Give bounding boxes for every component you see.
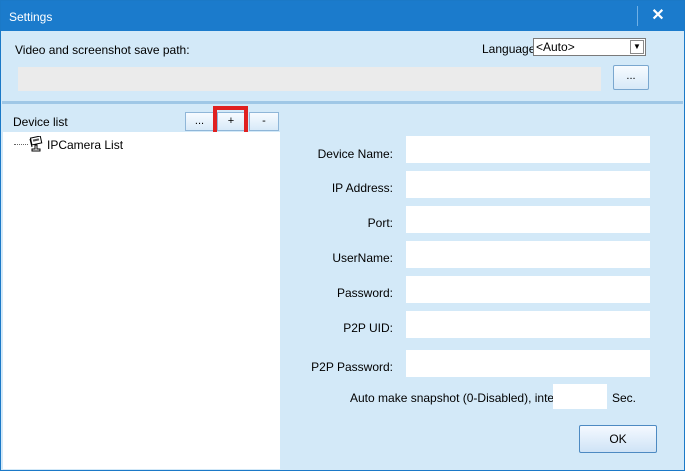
tree-item-ipcamera-list[interactable]: IPCamera List [47, 138, 123, 152]
close-button[interactable]: ✕ [641, 3, 675, 29]
seconds-label: Sec. [612, 391, 637, 405]
username-label: UserName: [332, 251, 393, 265]
p2p-password-label: P2P Password: [311, 360, 393, 374]
ip-address-label: IP Address: [331, 181, 393, 195]
p2p-uid-field[interactable] [406, 311, 650, 338]
browse-button[interactable]: ... [613, 65, 649, 90]
device-tree[interactable]: IPCamera List [3, 132, 280, 469]
remove-device-button[interactable]: - [249, 112, 279, 131]
save-path-label: Video and screenshot save path: [15, 43, 190, 57]
device-list-label: Device list [13, 115, 68, 129]
password-field[interactable] [406, 276, 650, 303]
p2p-password-field[interactable] [406, 350, 650, 377]
username-field[interactable] [406, 241, 650, 268]
port-label: Port: [367, 216, 393, 230]
chevron-down-icon[interactable]: ▼ [630, 40, 644, 54]
title-bar[interactable]: Settings ✕ [1, 1, 684, 31]
device-name-field[interactable] [406, 136, 650, 163]
section-divider [2, 101, 683, 104]
snapshot-interval-field[interactable] [553, 384, 607, 409]
language-label: Language [482, 42, 536, 56]
save-path-field[interactable] [18, 67, 601, 91]
window-title: Settings [9, 10, 53, 24]
camera-icon [28, 135, 44, 152]
ok-button[interactable]: OK [579, 425, 657, 453]
port-field[interactable] [406, 206, 650, 233]
device-name-label: Device Name: [317, 147, 393, 161]
snapshot-interval-label: Auto make snapshot (0-Disabled), interva… [350, 391, 574, 405]
p2p-uid-label: P2P UID: [343, 321, 393, 335]
language-select[interactable]: <Auto> ▼ [533, 38, 646, 56]
tree-connector [14, 144, 28, 145]
password-label: Password: [336, 286, 393, 300]
settings-window: Settings ✕ Video and screenshot save pat… [0, 0, 685, 471]
title-separator [637, 6, 638, 26]
language-value: <Auto> [536, 40, 575, 54]
device-options-button[interactable]: ... [185, 112, 214, 131]
ip-address-field[interactable] [406, 171, 650, 198]
